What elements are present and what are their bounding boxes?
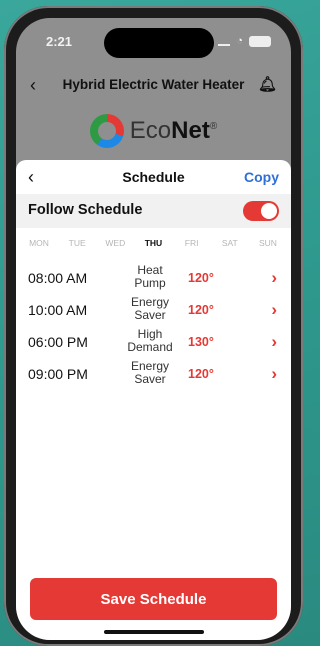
follow-schedule-toggle[interactable] xyxy=(243,201,279,221)
row-temp: 120° xyxy=(188,367,214,381)
row-temp: 120° xyxy=(188,271,214,285)
signal-icon xyxy=(218,36,231,46)
row-mode: High Demand xyxy=(127,327,173,354)
chevron-right-icon[interactable]: › xyxy=(271,300,277,320)
top-nav: ‹ Hybrid Electric Water Heater 🔔︎ xyxy=(16,66,291,102)
day-fri[interactable]: FRI xyxy=(175,238,209,256)
save-schedule-button[interactable]: Save Schedule xyxy=(30,578,277,620)
econet-logo-mark xyxy=(89,114,124,148)
day-sun[interactable]: SUN xyxy=(251,238,285,256)
toggle-knob xyxy=(261,203,277,219)
day-tue[interactable]: TUE xyxy=(60,238,94,256)
chevron-right-icon[interactable]: › xyxy=(271,332,277,352)
status-bar: 2:21 ◔ xyxy=(16,18,291,64)
sheet-header: ‹ Schedule Copy xyxy=(16,160,291,194)
home-indicator xyxy=(104,630,204,634)
day-sat[interactable]: SAT xyxy=(213,238,247,256)
bell-icon[interactable]: 🔔︎ xyxy=(258,75,277,93)
schedule-row[interactable]: 06:00 PM High Demand 130° › xyxy=(16,326,291,358)
logo-eco: Eco xyxy=(129,117,172,144)
phone-frame: 2:21 ◔ ‹ Hybrid Electric Water Heater 🔔︎… xyxy=(4,6,303,646)
status-time: 2:21 xyxy=(46,34,73,49)
screen: 2:21 ◔ ‹ Hybrid Electric Water Heater 🔔︎… xyxy=(16,18,291,640)
row-mode: Heat Pump xyxy=(134,263,166,290)
logo-net: Net xyxy=(171,117,210,144)
row-time: 10:00 AM xyxy=(28,302,88,318)
schedule-row[interactable]: 08:00 AM Heat Pump 120° › xyxy=(16,262,291,294)
econet-logo: EcoNet® xyxy=(16,110,291,152)
row-temp: 130° xyxy=(188,335,214,349)
copy-button[interactable]: Copy xyxy=(244,169,279,185)
battery-icon xyxy=(249,35,271,47)
chevron-right-icon[interactable]: › xyxy=(271,364,277,384)
schedule-list: 08:00 AM Heat Pump 120° › 10:00 AM Energ… xyxy=(16,262,291,390)
status-icons: ◔ xyxy=(218,35,271,47)
logo-reg: ® xyxy=(209,121,218,132)
row-mode: Energy Saver xyxy=(130,295,170,322)
schedule-sheet: ‹ Schedule Copy Follow Schedule MON TUE … xyxy=(16,160,291,640)
econet-logo-text: EcoNet® xyxy=(130,117,217,145)
day-thu[interactable]: THU xyxy=(136,238,170,256)
wifi-icon: ◔ xyxy=(236,35,243,47)
device-title: Hybrid Electric Water Heater xyxy=(62,77,245,92)
row-time: 06:00 PM xyxy=(28,334,88,350)
dynamic-island xyxy=(104,28,214,58)
day-mon[interactable]: MON xyxy=(22,238,56,256)
follow-schedule-label: Follow Schedule xyxy=(28,202,143,218)
row-mode: Energy Saver xyxy=(130,359,170,386)
follow-schedule-row: Follow Schedule xyxy=(16,194,291,228)
day-selector: MON TUE WED THU FRI SAT SUN xyxy=(16,238,291,256)
schedule-row[interactable]: 09:00 PM Energy Saver 120° › xyxy=(16,358,291,390)
chevron-right-icon[interactable]: › xyxy=(271,268,277,288)
day-wed[interactable]: WED xyxy=(98,238,132,256)
row-time: 09:00 PM xyxy=(28,366,88,382)
row-temp: 120° xyxy=(188,303,214,317)
schedule-row[interactable]: 10:00 AM Energy Saver 120° › xyxy=(16,294,291,326)
row-time: 08:00 AM xyxy=(28,270,88,286)
